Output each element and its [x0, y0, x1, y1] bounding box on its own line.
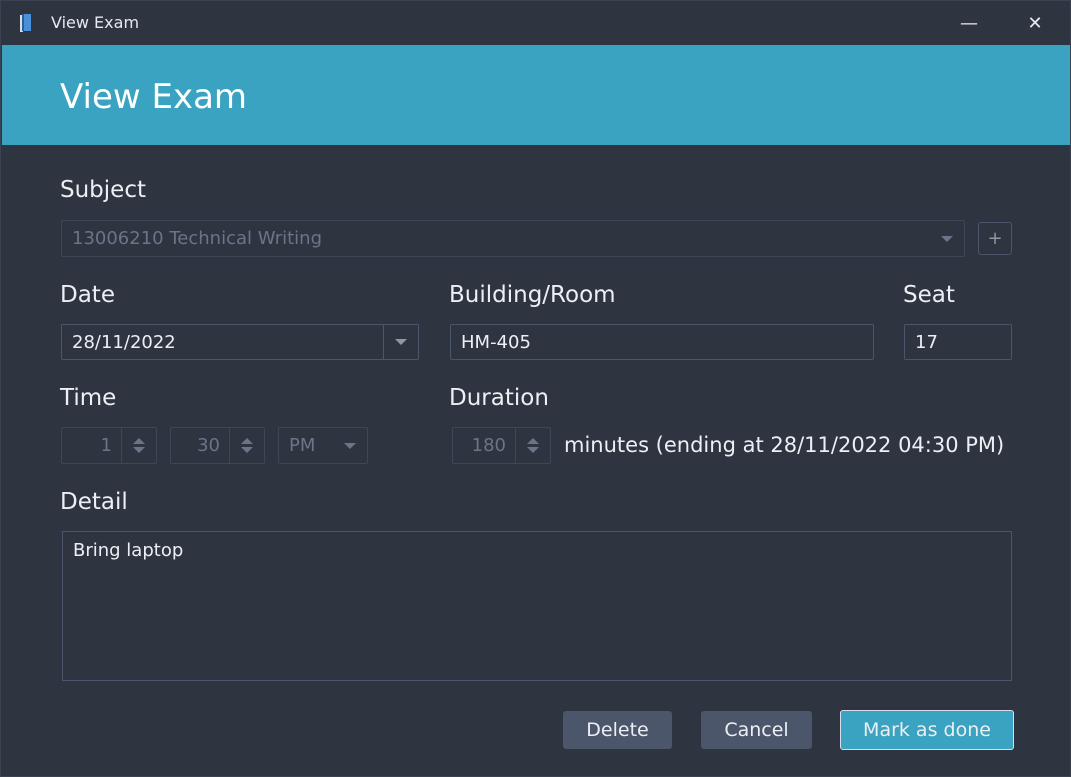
- detail-label: Detail: [60, 489, 128, 515]
- seat-value: 17: [915, 331, 938, 353]
- delete-button[interactable]: Delete: [563, 711, 672, 749]
- room-label: Building/Room: [449, 282, 616, 308]
- add-subject-button[interactable]: +: [978, 222, 1012, 255]
- mark-as-done-button[interactable]: Mark as done: [840, 710, 1014, 750]
- plus-icon: +: [987, 228, 1003, 249]
- chevron-down-icon[interactable]: [383, 325, 418, 359]
- app-book-icon: [20, 14, 31, 32]
- subject-label: Subject: [60, 177, 146, 203]
- spinner-arrows-icon[interactable]: [121, 428, 156, 463]
- spinner-arrows-icon[interactable]: [229, 428, 264, 463]
- date-picker[interactable]: 28/11/2022: [61, 324, 419, 360]
- duration-value: 180: [471, 435, 506, 456]
- minute-value: 30: [197, 435, 220, 456]
- dialog-window: View Exam — ✕ View Exam Subject 13006210…: [0, 0, 1071, 777]
- chevron-down-icon: [333, 428, 367, 463]
- page-title: View Exam: [60, 77, 248, 117]
- ampm-value: PM: [289, 435, 316, 456]
- title-bar: View Exam — ✕: [1, 1, 1070, 45]
- detail-textarea[interactable]: Bring laptop: [62, 531, 1012, 681]
- minimize-icon: —: [960, 12, 978, 34]
- ampm-select[interactable]: PM: [278, 427, 368, 464]
- cancel-button[interactable]: Cancel: [701, 711, 812, 749]
- minimize-button[interactable]: —: [946, 1, 992, 45]
- duration-label: Duration: [449, 385, 549, 411]
- time-label: Time: [60, 385, 117, 411]
- subject-value: 13006210 Technical Writing: [72, 228, 322, 249]
- minute-spinner[interactable]: 30: [170, 427, 265, 464]
- header-banner: View Exam: [2, 45, 1070, 145]
- date-value: 28/11/2022: [72, 331, 176, 353]
- subject-select[interactable]: 13006210 Technical Writing: [61, 220, 965, 257]
- seat-label: Seat: [903, 282, 955, 308]
- close-icon: ✕: [1027, 12, 1043, 34]
- duration-end-text: minutes (ending at 28/11/2022 04:30 PM): [564, 433, 1005, 457]
- room-input[interactable]: HM-405: [450, 324, 874, 360]
- chevron-down-icon: [930, 221, 964, 256]
- duration-spinner[interactable]: 180: [452, 427, 551, 464]
- hour-value: 1: [100, 435, 112, 456]
- date-label: Date: [60, 282, 115, 308]
- seat-input[interactable]: 17: [904, 324, 1012, 360]
- hour-spinner[interactable]: 1: [61, 427, 157, 464]
- window-title: View Exam: [51, 13, 140, 32]
- close-button[interactable]: ✕: [1012, 1, 1058, 45]
- detail-value: Bring laptop: [73, 540, 184, 561]
- spinner-arrows-icon[interactable]: [515, 428, 550, 463]
- room-value: HM-405: [461, 331, 531, 353]
